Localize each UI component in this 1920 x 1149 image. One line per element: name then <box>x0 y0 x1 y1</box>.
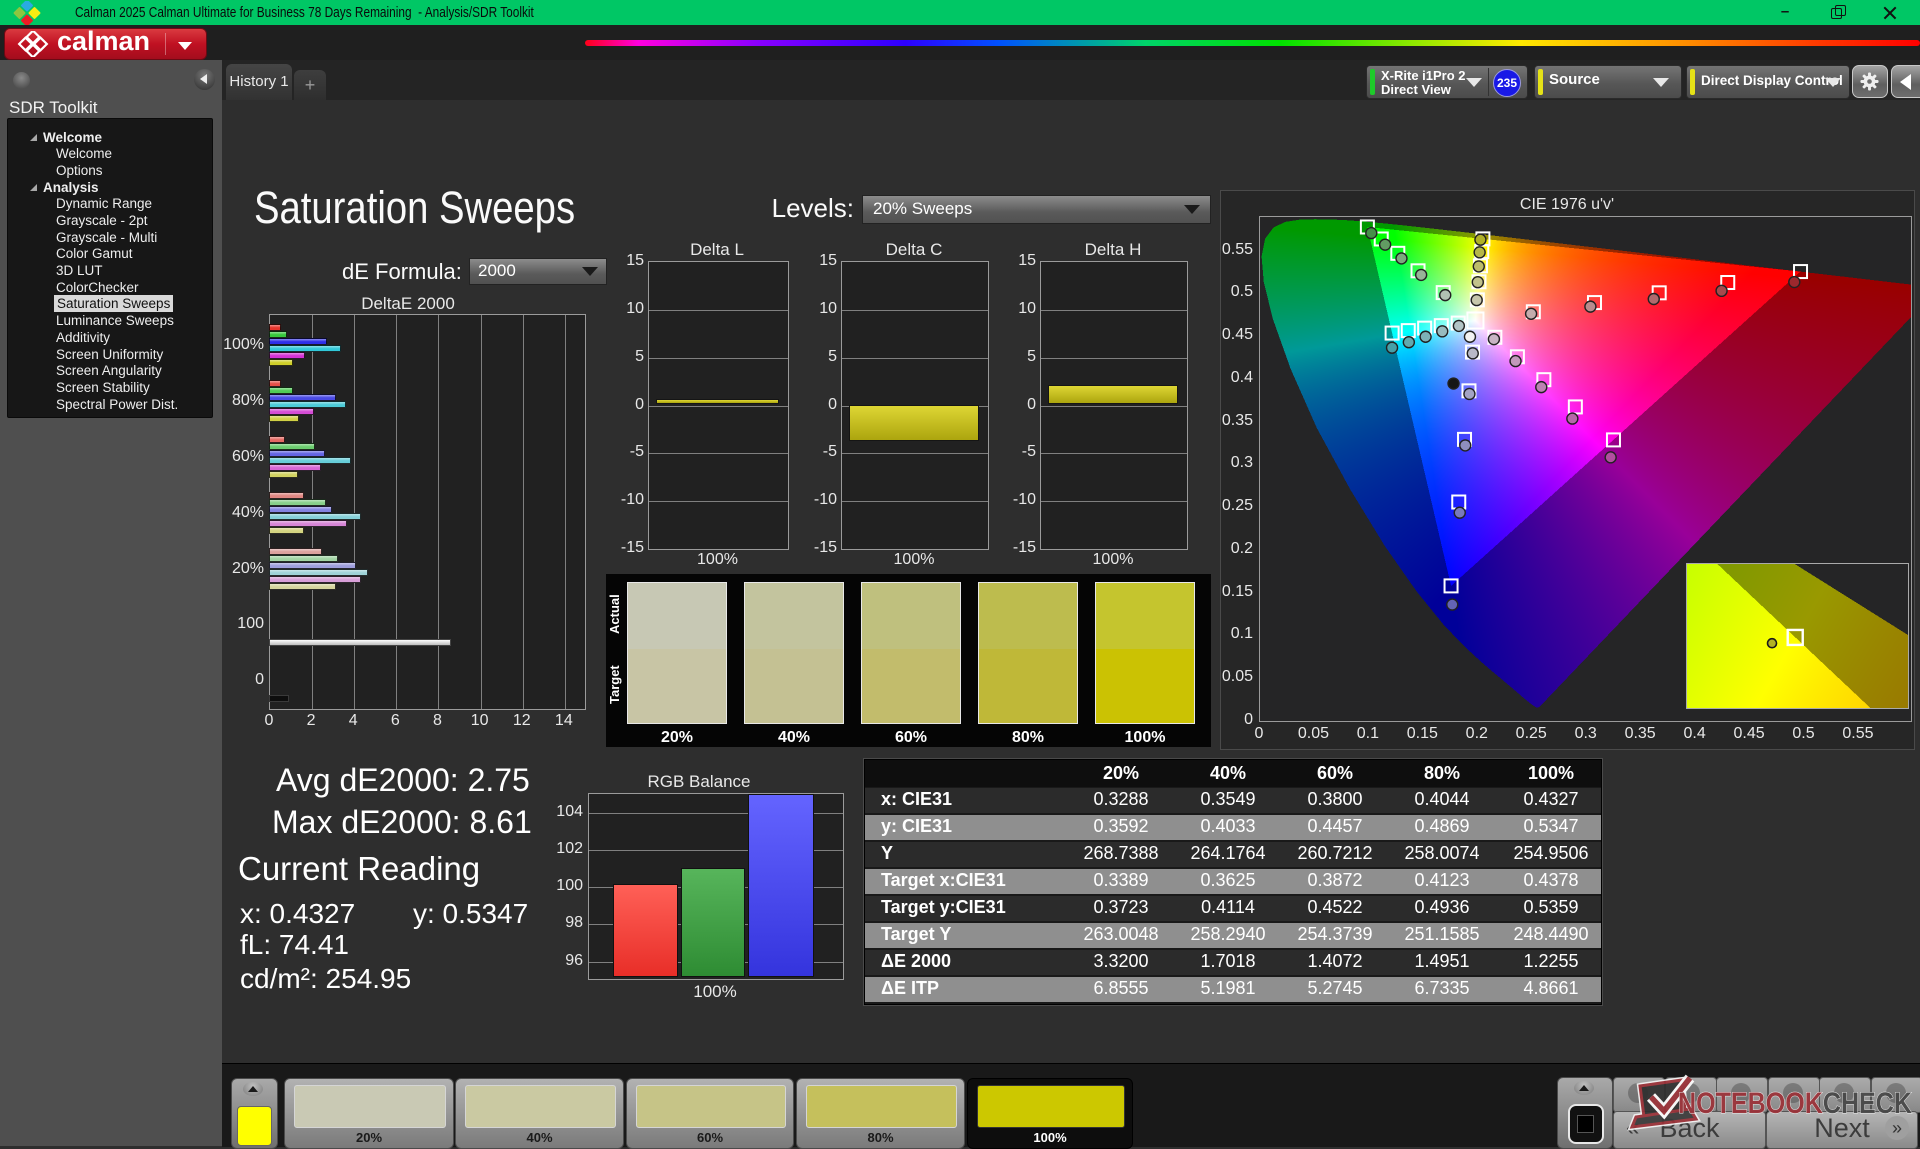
svg-text:NOTEBOOKCHECK: NOTEBOOKCHECK <box>1678 1087 1912 1120</box>
